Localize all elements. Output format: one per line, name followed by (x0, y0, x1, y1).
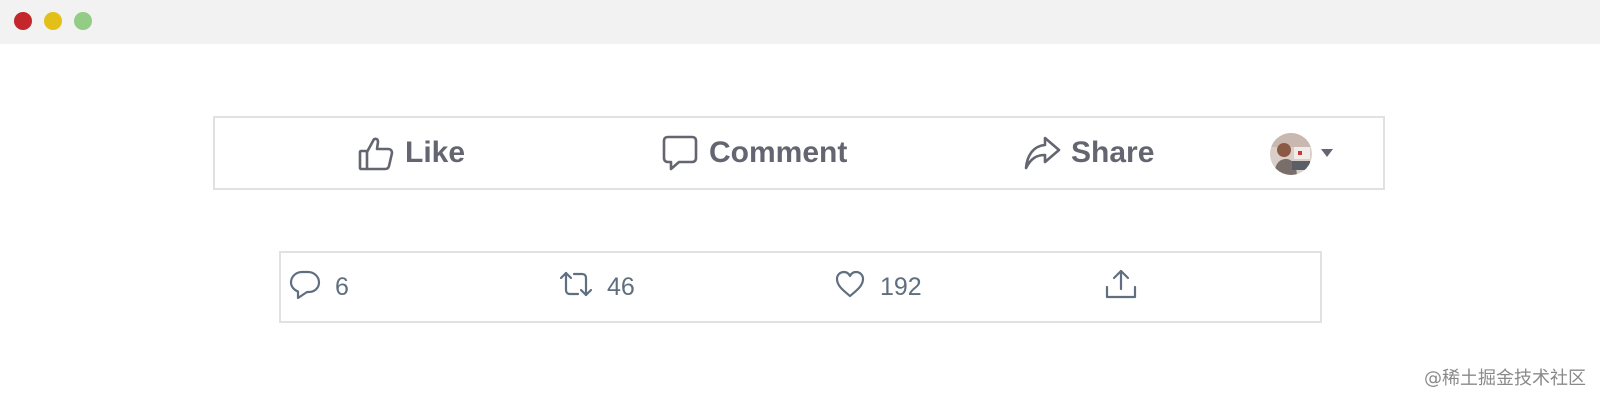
upload-icon (1104, 268, 1138, 307)
comment-icon (661, 134, 699, 172)
share-button[interactable]: Share (1023, 118, 1154, 188)
heart-icon (834, 268, 866, 307)
account-switcher[interactable] (1270, 133, 1334, 175)
like-button[interactable]: Like (357, 118, 465, 188)
reply-icon (289, 268, 321, 307)
comment-label: Comment (709, 136, 848, 169)
facebook-action-bar: Like Comment Share (213, 116, 1385, 190)
chevron-down-icon (1320, 145, 1334, 163)
like-count: 192 (880, 272, 922, 301)
share-label: Share (1071, 136, 1155, 169)
heart-like-button[interactable]: 192 (834, 253, 922, 321)
thumbs-up-icon (357, 134, 395, 172)
window-close-button[interactable] (14, 12, 32, 30)
window-minimize-button[interactable] (44, 12, 62, 30)
reply-button[interactable]: 6 (289, 253, 349, 321)
window-titlebar (0, 0, 1600, 44)
watermark: @稀土掘金技术社区 (1424, 368, 1586, 389)
share-tweet-button[interactable] (1104, 253, 1138, 321)
retweet-count: 46 (607, 272, 635, 301)
avatar (1270, 133, 1312, 175)
comment-button[interactable]: Comment (661, 118, 847, 188)
reply-count: 6 (335, 272, 349, 301)
like-label: Like (405, 136, 466, 169)
retweet-button[interactable]: 46 (559, 253, 635, 321)
twitter-action-bar: 6 46 192 (279, 251, 1322, 323)
window-maximize-button[interactable] (74, 12, 92, 30)
retweet-icon (559, 268, 593, 307)
share-arrow-icon (1023, 134, 1061, 172)
